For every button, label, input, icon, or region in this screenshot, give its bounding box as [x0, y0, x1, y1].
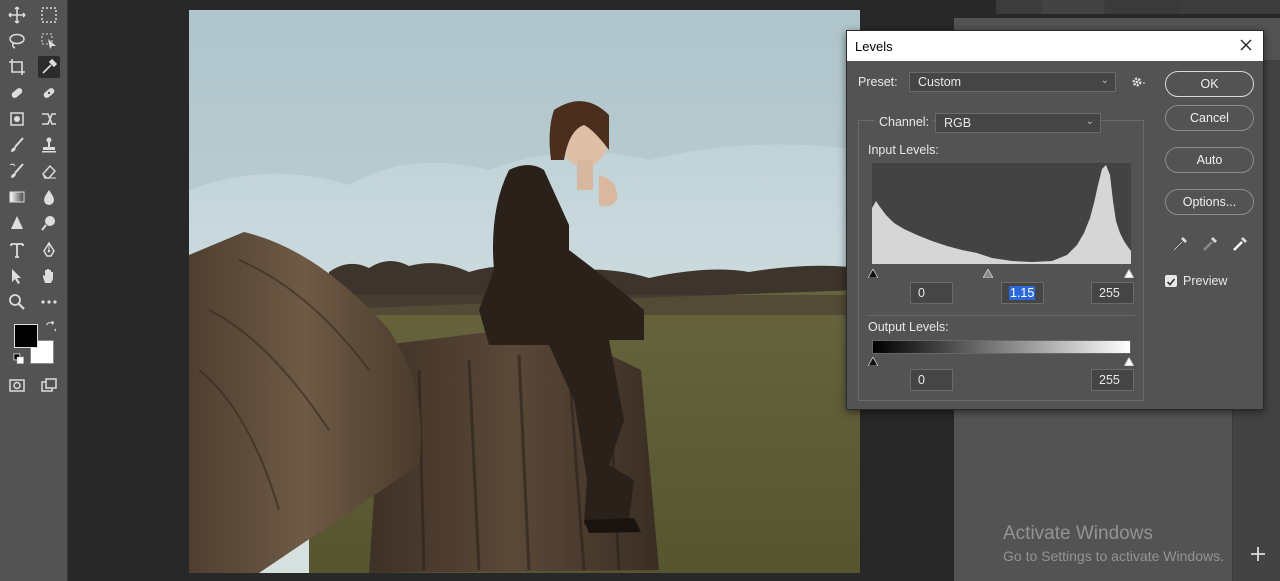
eyedropper-icon[interactable] [38, 56, 60, 78]
lasso-icon[interactable] [6, 30, 28, 52]
gradient-icon[interactable] [6, 186, 28, 208]
tab-navigator[interactable] [1110, 0, 1180, 14]
foreground-color-swatch[interactable] [14, 324, 38, 348]
chevron-down-icon: ⌄ [1100, 75, 1109, 86]
photoshop-window: Activate Windows Go to Settings to activ… [0, 0, 1280, 581]
input-gamma-slider[interactable] [982, 265, 994, 279]
auto-button[interactable]: Auto [1165, 147, 1254, 173]
white-point-eyedropper-icon[interactable] [1229, 233, 1251, 255]
output-gradient [872, 340, 1131, 354]
divider [867, 315, 1135, 316]
blur-icon[interactable] [38, 186, 60, 208]
ok-button[interactable]: OK [1165, 71, 1254, 97]
document-canvas[interactable] [68, 0, 954, 581]
output-white-slider[interactable] [1123, 353, 1135, 367]
preview-checkbox[interactable] [1165, 275, 1177, 287]
stamp-icon[interactable] [38, 134, 60, 156]
path-select-icon[interactable] [6, 265, 28, 287]
input-white-field[interactable]: 255 [1091, 282, 1134, 304]
quick-mask-icon[interactable] [6, 374, 28, 396]
dialog-title: Levels [855, 39, 893, 54]
gray-point-eyedropper-icon[interactable] [1199, 233, 1221, 255]
more-icon[interactable] [38, 291, 60, 313]
tools-panel [0, 0, 68, 581]
brush-icon[interactable] [6, 134, 28, 156]
chevron-down-icon: ⌄ [1085, 116, 1094, 127]
history-brush-icon[interactable] [6, 160, 28, 182]
bandage-icon[interactable] [38, 82, 60, 104]
close-icon[interactable] [1237, 36, 1255, 54]
hand-icon[interactable] [38, 265, 60, 287]
zoom-icon[interactable] [6, 291, 28, 313]
sharpen-icon[interactable] [6, 212, 28, 234]
healing-icon[interactable] [6, 82, 28, 104]
preset-dropdown[interactable]: Custom ⌄ [909, 72, 1116, 92]
tab-histogram[interactable] [1042, 0, 1104, 14]
crop-icon[interactable] [6, 56, 28, 78]
screen-mode-icon[interactable] [38, 374, 60, 396]
document-image[interactable] [189, 10, 860, 573]
output-levels-label: Output Levels: [868, 320, 949, 334]
move-icon[interactable] [6, 4, 28, 26]
default-colors-icon[interactable] [12, 352, 26, 366]
output-white-field[interactable]: 255 [1091, 369, 1134, 391]
output-black-slider[interactable] [867, 353, 879, 367]
swap-colors-icon[interactable] [44, 320, 58, 334]
channel-value: RGB [944, 116, 972, 130]
object-select-icon[interactable] [38, 30, 60, 52]
preset-value: Custom [918, 75, 962, 89]
input-black-slider[interactable] [867, 265, 879, 279]
channel-label: Channel: [875, 115, 934, 129]
options-button[interactable]: Options... [1165, 189, 1254, 215]
activate-windows-subtitle: Go to Settings to activate Windows. [1003, 548, 1224, 564]
dialog-titlebar[interactable]: Levels [847, 31, 1263, 61]
channel-dropdown[interactable]: RGB ⌄ [935, 113, 1101, 133]
marquee-icon[interactable] [38, 4, 60, 26]
dodge-icon[interactable] [38, 212, 60, 234]
histogram [872, 163, 1131, 264]
type-icon[interactable] [6, 239, 28, 261]
gear-icon[interactable] [1127, 71, 1149, 93]
cancel-button[interactable]: Cancel [1165, 105, 1254, 131]
content-aware-move-icon[interactable] [38, 108, 60, 130]
preset-label: Preset: [858, 75, 898, 89]
patch-icon[interactable] [6, 108, 28, 130]
add-icon[interactable] [1247, 543, 1269, 565]
input-gamma-field[interactable]: 1.15 [1001, 282, 1044, 304]
levels-dialog: Levels Preset: Custom ⌄ OK Cancel Auto O… [846, 30, 1264, 410]
input-white-slider[interactable] [1123, 265, 1135, 279]
eraser-icon[interactable] [38, 160, 60, 182]
preview-label: Preview [1183, 274, 1228, 288]
output-black-field[interactable]: 0 [910, 369, 953, 391]
pen-icon[interactable] [38, 239, 60, 261]
input-levels-label: Input Levels: [868, 143, 939, 157]
activate-windows-title: Activate Windows [1003, 523, 1153, 544]
input-black-field[interactable]: 0 [910, 282, 953, 304]
black-point-eyedropper-icon[interactable] [1169, 233, 1191, 255]
panel-header-bar [996, 0, 1280, 14]
input-gamma-value: 1.15 [1009, 286, 1036, 300]
